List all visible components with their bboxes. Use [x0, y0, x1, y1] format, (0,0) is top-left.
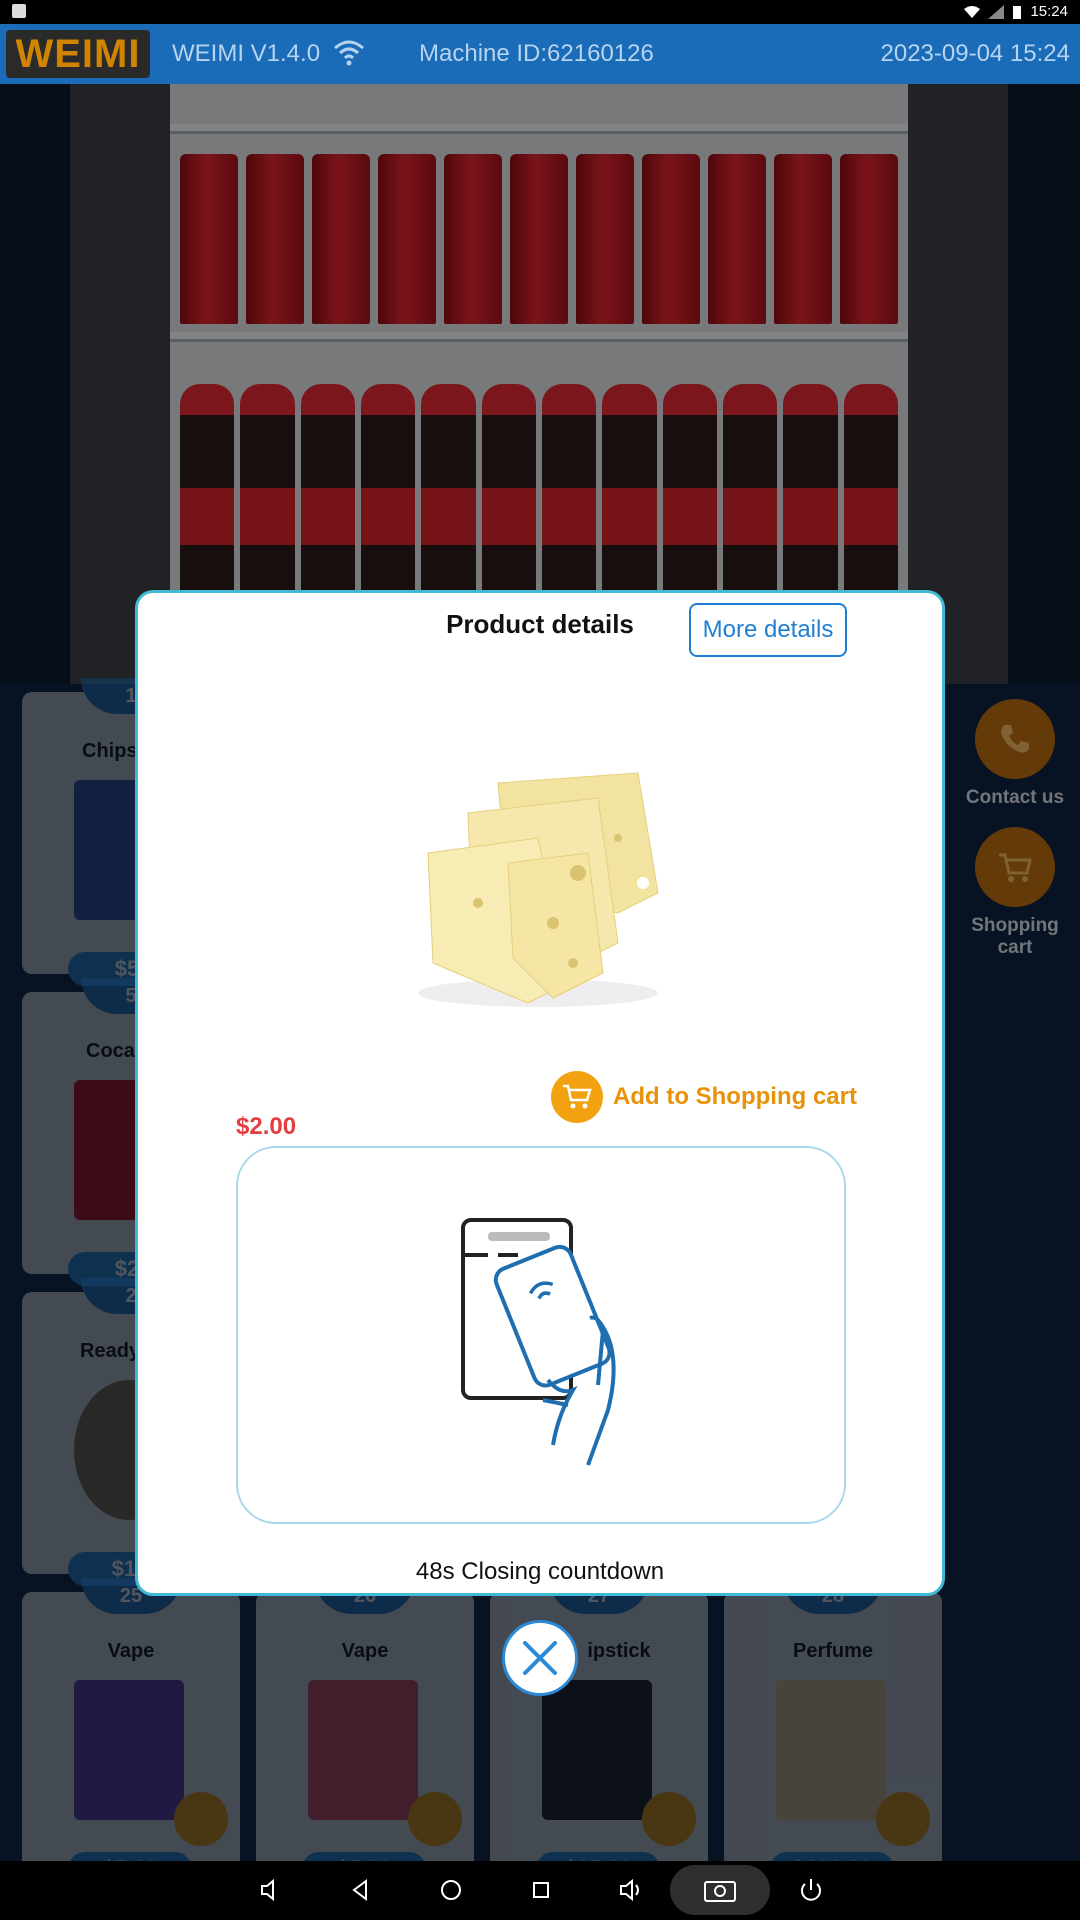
product-price: $2.00	[236, 1113, 297, 1140]
more-details-button[interactable]: More details	[689, 603, 847, 657]
recents-icon[interactable]	[526, 1875, 556, 1905]
product-image-cheese	[418, 772, 659, 1007]
machine-id: Machine ID:62160126	[419, 40, 654, 67]
wifi-status-icon	[964, 5, 981, 18]
signal-icon	[988, 4, 1005, 19]
cart-icon	[551, 1071, 603, 1123]
battery-icon	[1013, 5, 1022, 19]
status-time: 15:24	[1030, 3, 1068, 20]
header-datetime: 2023-09-04 15:24	[880, 40, 1071, 67]
volume-up-icon[interactable]	[616, 1875, 646, 1905]
camera-icon	[704, 1881, 736, 1902]
product-details-modal: Product details More details Add to Shop…	[135, 590, 945, 1596]
back-icon[interactable]	[346, 1875, 376, 1905]
card-payment-area[interactable]	[236, 1146, 846, 1524]
close-modal-button[interactable]	[502, 1620, 578, 1696]
power-icon[interactable]	[796, 1875, 826, 1905]
screenshot-button[interactable]	[670, 1865, 770, 1915]
wifi-icon	[334, 40, 364, 66]
add-to-cart-label: Add to Shopping cart	[613, 1083, 857, 1110]
add-to-cart-button[interactable]: Add to Shopping cart	[551, 1071, 857, 1123]
card-tap-icon	[461, 1218, 616, 1466]
gallery-notification-icon	[12, 4, 26, 18]
app-version: WEIMI V1.4.0	[172, 40, 321, 67]
app-header: WEIMI WEIMI V1.4.0 Machine ID:62160126 2…	[0, 24, 1080, 84]
volume-down-icon[interactable]	[256, 1875, 286, 1905]
closing-countdown: 48s Closing countdown	[415, 1558, 665, 1585]
home-icon[interactable]	[436, 1875, 466, 1905]
brand-logo: WEIMI	[6, 30, 150, 78]
status-bar: 15:24	[0, 0, 1080, 24]
system-nav-bar	[0, 1861, 1080, 1920]
close-icon	[523, 1641, 557, 1675]
